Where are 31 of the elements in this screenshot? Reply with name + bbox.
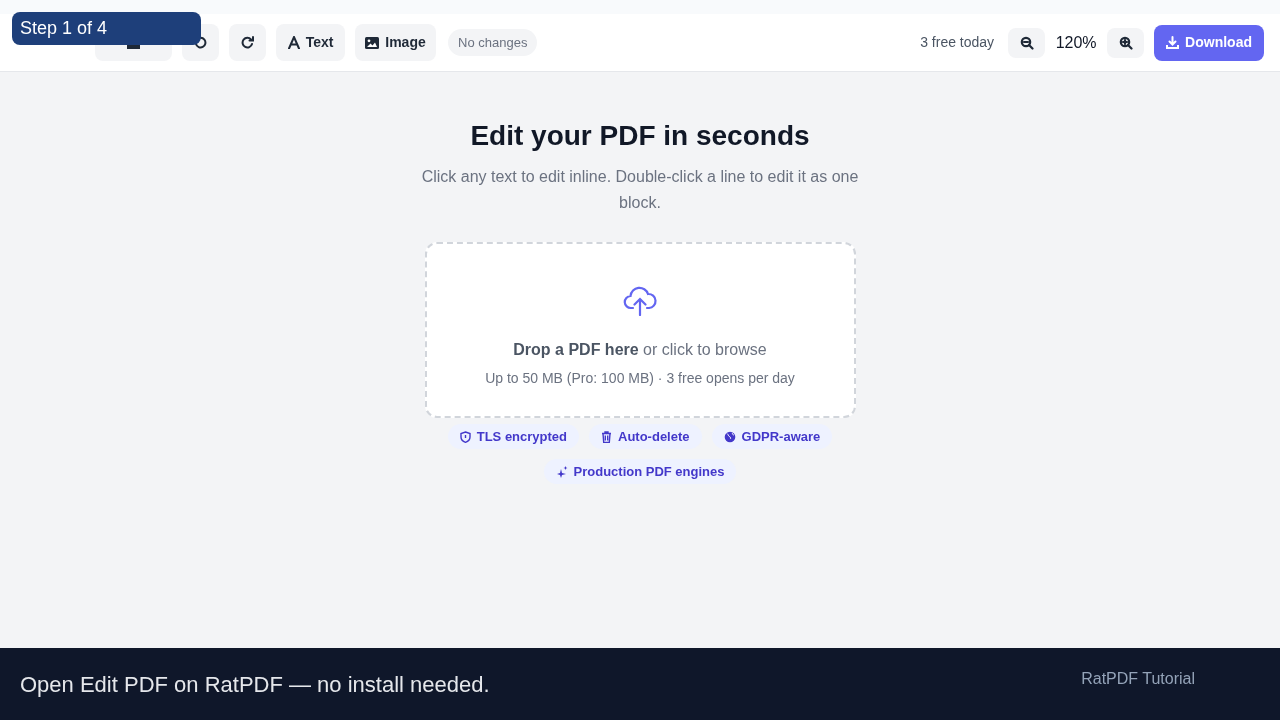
zoom-out-button[interactable]: [1008, 27, 1046, 58]
shield-icon: [459, 430, 471, 443]
redo-button[interactable]: [229, 24, 266, 61]
page-heading: Edit your PDF in seconds: [470, 120, 810, 152]
tutorial-brand: RatPDF Tutorial: [1081, 669, 1195, 689]
step-tooltip: Step 1 of 4: [12, 12, 201, 45]
image-icon: [365, 36, 380, 49]
trash-icon: [601, 430, 612, 443]
redo-icon: [241, 36, 254, 49]
tutorial-caption: Open Edit PDF on RatPDF — no install needed.: [20, 671, 490, 699]
zoom-out-icon: [1019, 35, 1034, 50]
zoom-level: 120%: [1055, 32, 1098, 53]
feature-badge: GDPR-aware: [711, 424, 833, 449]
download-button[interactable]: Download: [1154, 24, 1264, 61]
page-subtitle: Click any text to edit inline. Double-click a line to edit it as one block.: [420, 167, 860, 213]
zoom-in-icon: [1118, 35, 1133, 50]
drop-zone[interactable]: Drop a PDF here or click to browse Up to 50 MB (Pro: 100 MB) · 3 free opens per day: [424, 242, 856, 418]
status-pill: No changes: [448, 28, 538, 57]
download-icon: [1166, 36, 1180, 49]
text-button[interactable]: Text: [276, 24, 345, 61]
text-icon: [287, 36, 300, 49]
zoom-in-button[interactable]: [1107, 27, 1145, 58]
cloud-upload-icon: [623, 284, 657, 316]
upload-limits: Up to 50 MB (Pro: 100 MB) · 3 free opens per day: [485, 369, 795, 388]
feature-badge: Auto-delete: [589, 424, 702, 449]
drop-instruction: Drop a PDF here or click to browse: [513, 340, 767, 360]
feature-badge: Production PDF engines: [543, 459, 737, 484]
globe-icon: [723, 430, 736, 443]
image-button[interactable]: Image: [355, 24, 436, 61]
quota-text: 3 free today: [920, 33, 995, 52]
feature-badge: TLS encrypted: [447, 424, 579, 449]
